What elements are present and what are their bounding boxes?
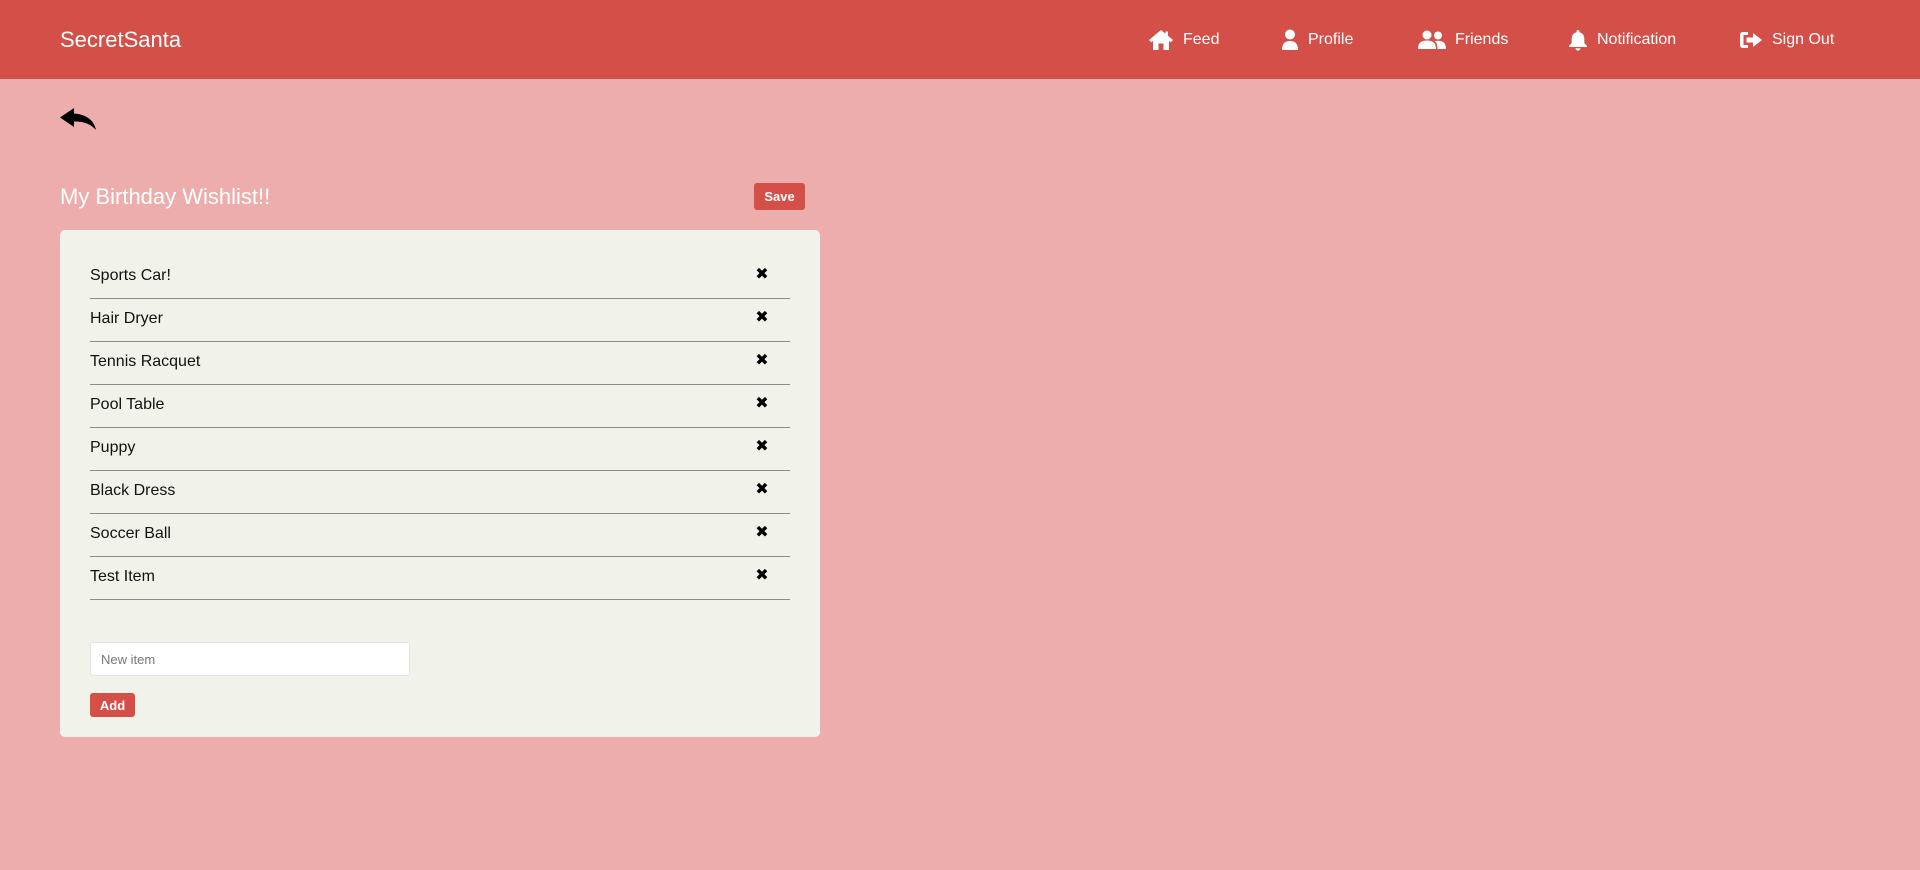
nav-friends-label: Friends xyxy=(1455,31,1509,48)
list-item: Tennis Racquet ✖ xyxy=(90,342,790,385)
list-item: Test Item ✖ xyxy=(90,557,790,600)
remove-item-icon[interactable]: ✖ xyxy=(754,525,770,541)
brand-logo[interactable]: SecretSanta xyxy=(60,27,181,53)
top-navbar: SecretSanta Feed Profile Friends Notific… xyxy=(0,0,1920,79)
add-item-button[interactable]: Add xyxy=(90,693,135,717)
user-icon xyxy=(1281,29,1299,51)
home-icon xyxy=(1148,29,1174,51)
list-item-label: Black Dress xyxy=(90,482,176,499)
nav-profile-label: Profile xyxy=(1308,31,1354,48)
remove-item-icon[interactable]: ✖ xyxy=(754,482,770,498)
list-item-label: Sports Car! xyxy=(90,267,171,284)
bell-icon xyxy=(1568,29,1588,51)
save-button[interactable]: Save xyxy=(754,183,805,210)
list-item: Soccer Ball ✖ xyxy=(90,514,790,557)
remove-item-icon[interactable]: ✖ xyxy=(754,396,770,412)
list-item: Pool Table ✖ xyxy=(90,385,790,428)
remove-item-icon[interactable]: ✖ xyxy=(754,439,770,455)
list-item-label: Hair Dryer xyxy=(90,310,163,327)
remove-item-icon[interactable]: ✖ xyxy=(754,353,770,369)
remove-item-icon[interactable]: ✖ xyxy=(754,267,770,283)
nav-feed[interactable]: Feed xyxy=(1148,27,1219,53)
nav-notification[interactable]: Notification xyxy=(1568,27,1676,53)
nav-profile[interactable]: Profile xyxy=(1281,27,1353,53)
list-item: Black Dress ✖ xyxy=(90,471,790,514)
wishlist-title: My Birthday Wishlist!! xyxy=(60,184,271,209)
users-icon xyxy=(1418,30,1446,50)
list-item-label: Pool Table xyxy=(90,396,165,413)
list-item: Sports Car! ✖ xyxy=(90,256,790,299)
back-arrow-icon xyxy=(58,108,98,136)
nav-feed-label: Feed xyxy=(1183,31,1220,48)
list-item-label: Puppy xyxy=(90,439,136,456)
list-item-label: Soccer Ball xyxy=(90,525,171,542)
remove-item-icon[interactable]: ✖ xyxy=(754,568,770,584)
list-item: Hair Dryer ✖ xyxy=(90,299,790,342)
nav-friends[interactable]: Friends xyxy=(1418,27,1508,53)
wishlist-card: Sports Car! ✖ Hair Dryer ✖ Tennis Racque… xyxy=(60,230,820,737)
list-item: Puppy ✖ xyxy=(90,428,790,471)
sign-out-icon xyxy=(1739,30,1763,50)
remove-item-icon[interactable]: ✖ xyxy=(754,310,770,326)
back-button[interactable] xyxy=(58,106,98,132)
wishlist-items: Sports Car! ✖ Hair Dryer ✖ Tennis Racque… xyxy=(90,256,790,600)
list-item-label: Tennis Racquet xyxy=(90,353,201,370)
nav-sign-out-label: Sign Out xyxy=(1772,31,1835,48)
list-item-label: Test Item xyxy=(90,568,155,585)
new-item-input[interactable] xyxy=(90,642,410,676)
nav-sign-out[interactable]: Sign Out xyxy=(1739,27,1834,53)
nav-notification-label: Notification xyxy=(1597,31,1677,48)
